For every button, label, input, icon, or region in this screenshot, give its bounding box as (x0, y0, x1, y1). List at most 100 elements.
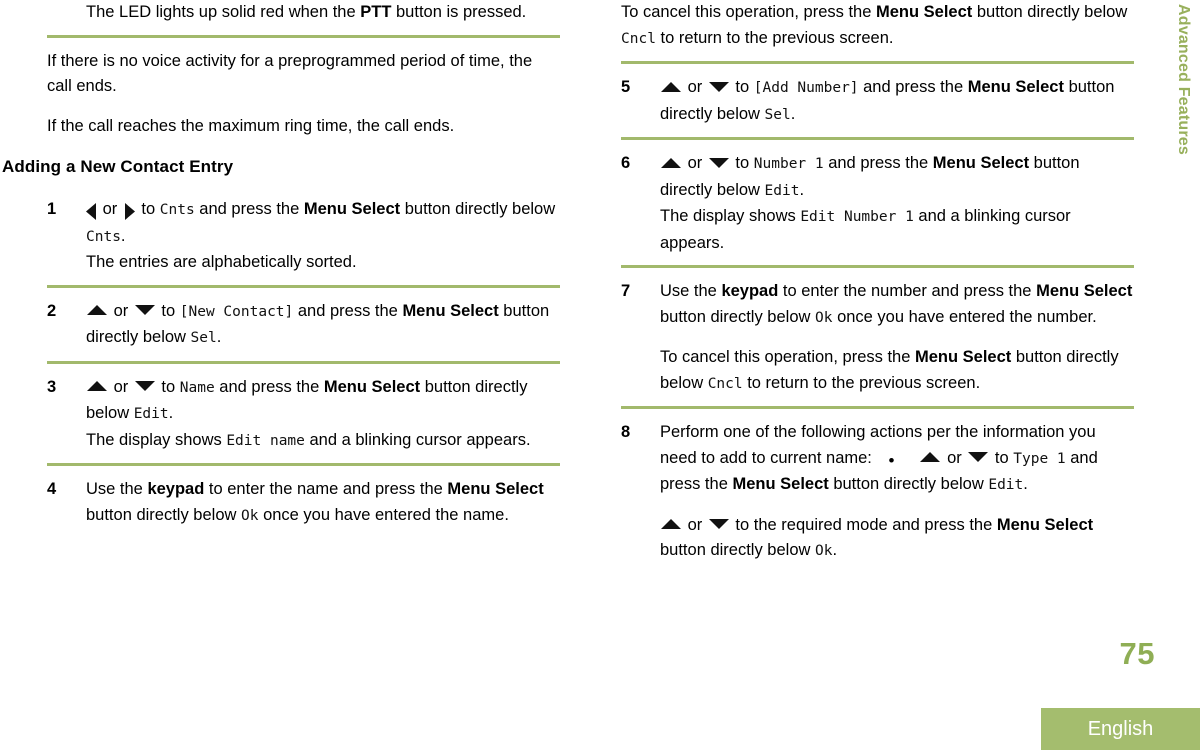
and-press-text: and press the (214, 377, 324, 396)
button-below-text: button directly below (86, 505, 242, 524)
period: . (1023, 475, 1028, 493)
step-number: 5 (621, 78, 631, 96)
section-tab: Advanced Features (1166, 0, 1200, 230)
display-target: Cnts (159, 202, 195, 218)
step-8: 8 Perform one of the following actions p… (621, 420, 1134, 565)
use-the-text: Use the (660, 282, 722, 300)
bullet-dot-icon: • (888, 450, 895, 470)
led-note: The LED lights up solid red when the PTT… (86, 0, 560, 26)
menu-select-bold: Menu Select (932, 154, 1030, 172)
or-text: or (683, 78, 707, 96)
button-below-text: button directly below (828, 475, 989, 493)
separator-rule (47, 34, 560, 38)
separator-rule (621, 406, 1134, 409)
period: . (216, 328, 222, 346)
call-end-notes: If there is no voice activity for a prep… (47, 49, 560, 140)
softkey-label: Edit (133, 406, 169, 422)
period: . (799, 180, 805, 199)
step-4-block: 4 Use the keypad to enter the name and p… (47, 477, 560, 529)
softkey-label: Cncl (621, 30, 656, 47)
arrow-down-icon (708, 81, 729, 93)
language-bar: English (1041, 708, 1200, 750)
no-voice-activity-note: If there is no voice activity for a prep… (47, 51, 533, 96)
or-text: or (942, 448, 967, 467)
once-entered-text: once you have entered the number. (832, 307, 1097, 326)
step-number: 3 (47, 377, 57, 396)
step-number: 8 (621, 423, 631, 441)
or-text: or (683, 515, 707, 534)
cancel-pre: To cancel this operation, press the (621, 3, 876, 21)
softkey-label: Sel (190, 330, 217, 346)
arrow-up-icon (87, 304, 107, 316)
menu-select-bold: Menu Select (967, 78, 1064, 96)
arrow-down-icon (968, 451, 989, 463)
arrow-up-icon (661, 518, 681, 530)
display-target: [Add Number] (753, 80, 859, 96)
manual-page: The LED lights up solid red when the PTT… (0, 0, 1200, 750)
keypad-bold: keypad (721, 282, 779, 300)
display-string: Edit Number 1 (800, 209, 914, 225)
step-number: 7 (621, 282, 631, 300)
cancel-post: to return to the previous screen. (655, 28, 894, 47)
step-6-display-note: The display shows Edit Number 1 and a bl… (660, 204, 1134, 256)
to-text: to (156, 301, 180, 320)
led-note-block: The LED lights up solid red when the PTT… (47, 0, 560, 26)
separator-rule (47, 360, 560, 364)
step-2-block: 2 or to [New Contact] and press the Menu… (47, 299, 560, 352)
led-note-pre: The LED lights up solid red when the (86, 3, 361, 21)
to-required-mode-text: to the required mode and press the (730, 515, 997, 534)
step-5-block: 5 or to [Add Number] and press the Menu … (621, 75, 1134, 128)
step-1: 1 or to Cnts and press the Menu Select b… (47, 197, 560, 276)
step-1-result: The entries are alphabetically sorted. (86, 253, 357, 271)
max-ring-time-note: If the call reaches the maximum ring tim… (47, 116, 455, 135)
display-note-post: and a blinking cursor appears. (304, 430, 531, 449)
arrow-down-icon (708, 518, 729, 530)
menu-select-bold: Menu Select (732, 475, 829, 493)
button-below-text: button directly below (972, 3, 1128, 21)
softkey-label: Cnts (86, 228, 121, 245)
step-number: 6 (621, 154, 631, 172)
arrow-left-icon (86, 203, 97, 221)
or-text: or (109, 377, 133, 396)
step-number: 4 (47, 480, 57, 498)
language-label: English (1087, 717, 1154, 740)
step-3: 3 or to Name and press the Menu Select b… (47, 375, 560, 455)
period: . (168, 404, 174, 422)
menu-select-bold: Menu Select (914, 348, 1012, 366)
step-7-cancel-note: To cancel this operation, press the Menu… (660, 345, 1134, 397)
menu-select-bold: Menu Select (875, 3, 973, 21)
menu-select-bold: Menu Select (303, 200, 401, 218)
arrow-down-icon (134, 304, 155, 316)
separator-rule (621, 265, 1134, 268)
right-column: To cancel this operation, press the Menu… (621, 0, 1134, 565)
step-1-block: 1 or to Cnts and press the Menu Select b… (47, 197, 560, 276)
separator-rule (47, 463, 560, 466)
softkey-label: Edit (764, 182, 800, 199)
or-text: or (98, 200, 122, 218)
menu-select-bold: Menu Select (402, 301, 499, 320)
softkey-label: Sel (764, 106, 791, 123)
step-4: 4 Use the keypad to enter the name and p… (47, 477, 560, 529)
and-press-text: and press the (293, 301, 403, 320)
arrow-down-icon (708, 157, 729, 169)
keypad-bold: keypad (147, 480, 205, 498)
arrow-up-icon (87, 380, 107, 392)
step-number: 1 (47, 200, 57, 218)
or-text: or (109, 301, 133, 320)
arrow-right-icon (124, 203, 135, 221)
step-8-block: 8 Perform one of the following actions p… (621, 420, 1134, 565)
display-target: Type 1 (1013, 450, 1066, 467)
and-press-text: and press the (858, 78, 968, 96)
display-note-pre: The display shows (660, 207, 801, 225)
and-press-text: and press the (823, 154, 933, 172)
period: . (832, 541, 838, 559)
step-7-block: 7 Use the keypad to enter the number and… (621, 279, 1134, 397)
enter-number-text: to enter the number and press the (778, 282, 1037, 300)
section-heading: Adding a New Contact Entry (2, 157, 234, 176)
step-number: 2 (47, 301, 57, 320)
softkey-label: Edit (988, 477, 1024, 493)
separator-rule (47, 284, 560, 288)
menu-select-bold: Menu Select (1036, 282, 1133, 300)
step-6-block: 6 or to Number 1 and press the Menu Sele… (621, 151, 1134, 256)
to-text: to (990, 448, 1014, 467)
